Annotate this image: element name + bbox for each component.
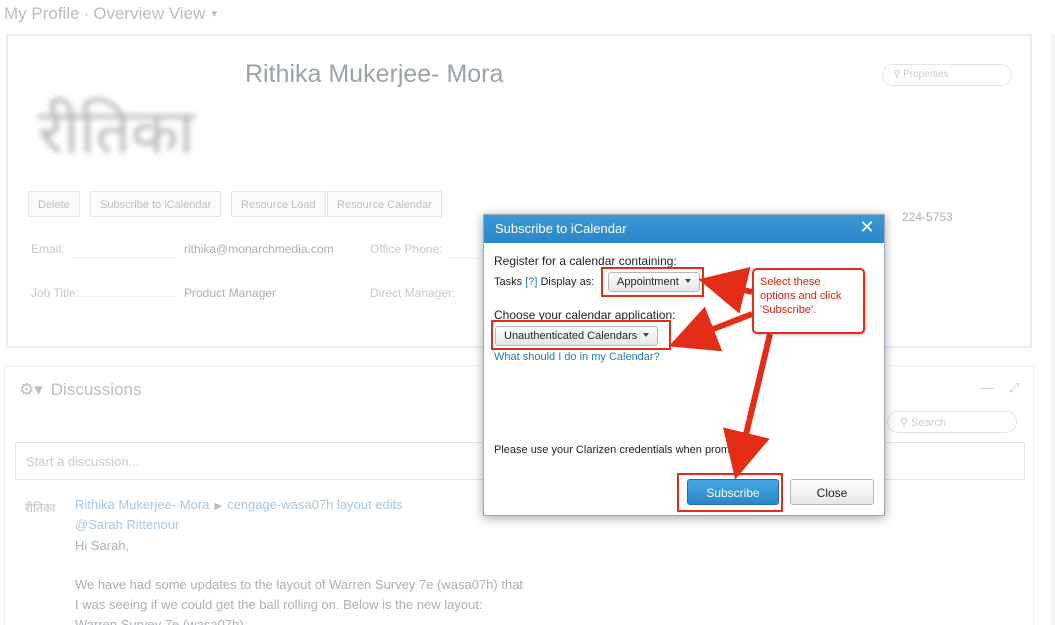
annotation-arrows — [668, 266, 773, 480]
annotation-callout: Select these options and click 'Subscrib… — [752, 268, 865, 334]
arrow-to-calendar-app — [668, 306, 754, 352]
arrow-to-subscribe — [723, 333, 773, 480]
screen: My Profile · Overview View ▼ Rithika Mukerj… — [0, 0, 1055, 625]
arrow-to-display-as — [698, 266, 753, 314]
